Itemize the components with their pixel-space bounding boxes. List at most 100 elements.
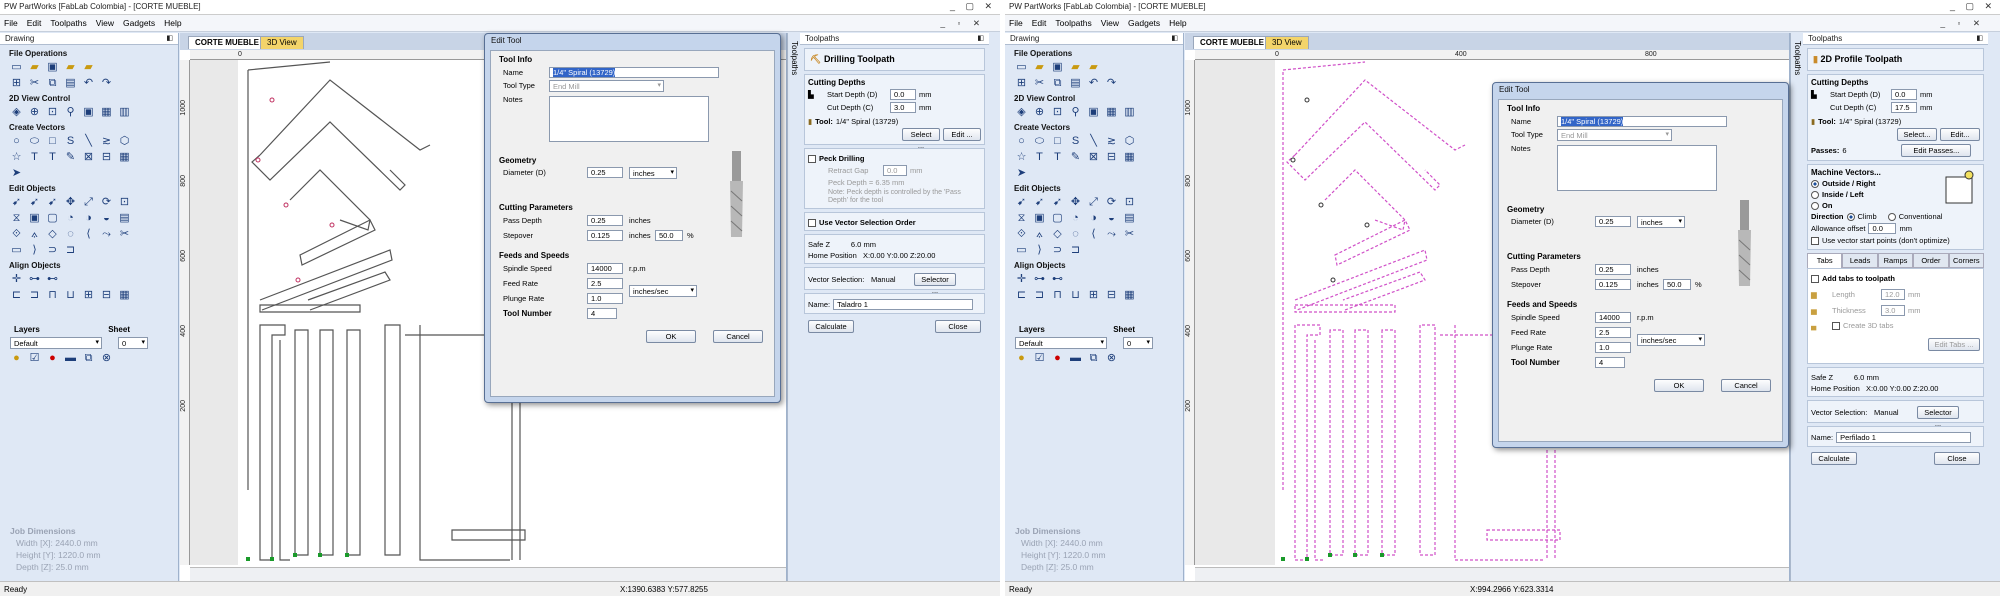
fillet-icon[interactable]: ⊟ (100, 151, 113, 164)
view-grid-icon[interactable]: ▦ (100, 106, 113, 119)
sheet-select[interactable]: 0 (1123, 337, 1153, 349)
job-setup-icon[interactable]: ⊞ (10, 77, 23, 90)
text-on-curve-icon[interactable]: T (46, 151, 59, 164)
pass-depth-input[interactable]: 0.25 (1595, 264, 1631, 275)
units-select[interactable]: inches (629, 167, 677, 179)
menu-file[interactable]: File (1009, 18, 1023, 28)
pin-icon[interactable]: ◧ (166, 34, 173, 42)
align-vcenter-icon[interactable]: ⊷ (1051, 273, 1064, 286)
node-edit-icon[interactable]: ➹ (1033, 196, 1046, 209)
tab-leads[interactable]: Leads (1842, 253, 1878, 268)
select-tool-button[interactable]: Select ... (902, 128, 940, 150)
copy-icon[interactable]: ⧉ (46, 77, 59, 90)
chamfer-icon[interactable]: ⟨ (1087, 228, 1100, 241)
job-setup-icon[interactable]: ⊞ (1015, 77, 1028, 90)
fillet-tool-icon[interactable]: ◌ (1069, 228, 1082, 241)
conventional-radio[interactable] (1887, 212, 1896, 221)
menu-toolpaths[interactable]: Toolpaths (1055, 18, 1091, 28)
select-icon[interactable]: ➹ (10, 196, 23, 209)
menu-help[interactable]: Help (164, 18, 181, 28)
align-bottom-icon[interactable]: ⊔ (64, 289, 77, 302)
join-icon[interactable]: ⟐ (1015, 228, 1028, 241)
sheet-select[interactable]: 0 (118, 337, 148, 349)
toolpaths-vertical-tab[interactable]: Toolpaths (787, 33, 799, 581)
weld-icon[interactable]: ◔ (64, 212, 77, 225)
import-bitmap-icon[interactable]: ▰ (82, 61, 95, 74)
notes-textarea[interactable] (549, 96, 709, 142)
feed-rate-input[interactable]: 2.5 (587, 278, 623, 289)
arc-icon[interactable]: ╲ (82, 135, 95, 148)
edit-tabs-button[interactable]: Edit Tabs ... (1928, 338, 1980, 351)
boundary-icon[interactable]: ▭ (1015, 244, 1028, 257)
redo-icon[interactable]: ↷ (100, 77, 113, 90)
stepover-percent-input[interactable]: 50.0 (655, 230, 683, 241)
ellipse-icon[interactable]: ⬭ (28, 135, 41, 148)
move-icon[interactable]: ✥ (64, 196, 77, 209)
tab-corte-mueble[interactable]: CORTE MUEBLE (1193, 36, 1271, 49)
diameter-input[interactable]: 0.25 (587, 167, 623, 178)
array-icon[interactable]: ▦ (1123, 151, 1136, 164)
edit-tool-button[interactable]: Edit ... (943, 128, 981, 141)
toolpath-name-input[interactable]: Perfilado 1 (1836, 432, 1972, 443)
import-bitmap-icon[interactable]: ▰ (1087, 61, 1100, 74)
move-icon[interactable]: ✥ (1069, 196, 1082, 209)
menu-file[interactable]: File (4, 18, 18, 28)
size-icon[interactable]: ⊡ (118, 196, 131, 209)
climb-radio[interactable] (1846, 212, 1855, 221)
cancel-button[interactable]: Cancel (713, 330, 763, 343)
length-input[interactable]: 12.0 (1881, 289, 1905, 300)
feed-rate-input[interactable]: 2.5 (1595, 327, 1631, 338)
select-icon[interactable]: ➹ (1015, 196, 1028, 209)
view-layer-icon[interactable]: ▥ (1123, 106, 1136, 119)
layer-manager-icon[interactable]: ⧉ (82, 352, 95, 365)
pin-icon[interactable]: ◧ (1976, 34, 1983, 42)
spindle-input[interactable]: 14000 (1595, 312, 1631, 323)
create-3d-checkbox[interactable] (1832, 321, 1840, 330)
tool-type-select[interactable]: End Mill (1557, 129, 1672, 141)
thickness-input[interactable]: 3.0 (1881, 305, 1905, 316)
close-button[interactable]: Close (1934, 452, 1980, 465)
tab-corners[interactable]: Corners (1948, 253, 1985, 268)
ungroup-icon[interactable]: ▢ (46, 212, 59, 225)
cut-icon[interactable]: ✂ (28, 77, 41, 90)
vector-start-checkbox[interactable] (1811, 236, 1819, 245)
align-hcenter-icon[interactable]: ⊶ (28, 273, 41, 286)
bulb-icon[interactable]: ● (1015, 352, 1028, 365)
view-layer-icon[interactable]: ▥ (118, 106, 131, 119)
open-file-icon[interactable]: ▰ (1033, 61, 1046, 74)
selector-button[interactable]: Selector ... (914, 273, 956, 295)
open-file-icon[interactable]: ▰ (28, 61, 41, 74)
view-grid-icon[interactable]: ▦ (1105, 106, 1118, 119)
close-button[interactable]: Close (935, 320, 981, 333)
undo-icon[interactable]: ↶ (82, 77, 95, 90)
nest-icon[interactable]: ▤ (118, 212, 131, 225)
group-icon[interactable]: ▣ (1033, 212, 1046, 225)
align-top-icon[interactable]: ⊓ (1051, 289, 1064, 302)
mirror-icon[interactable]: ⧖ (1015, 212, 1028, 225)
inside-radio[interactable] (1811, 190, 1819, 199)
menu-edit[interactable]: Edit (27, 18, 42, 28)
calculate-button[interactable]: Calculate (808, 320, 854, 333)
align-distribute-icon[interactable]: ⊞ (1087, 289, 1100, 302)
smooth-icon[interactable]: ⤳ (1105, 228, 1118, 241)
transform-icon[interactable]: ➹ (46, 196, 59, 209)
align-left-icon[interactable]: ⊏ (10, 289, 23, 302)
trim-icon[interactable]: ⟑ (1033, 228, 1046, 241)
pin-icon[interactable]: ◧ (977, 34, 984, 42)
rectangle-icon[interactable]: □ (46, 135, 59, 148)
align-grid-icon[interactable]: ▦ (1123, 289, 1136, 302)
menu-help[interactable]: Help (1169, 18, 1186, 28)
fillet-tool-icon[interactable]: ◌ (64, 228, 77, 241)
start-depth-input[interactable]: 0.0 (890, 89, 916, 100)
layer-select[interactable]: Default (10, 337, 102, 349)
rectangle-icon[interactable]: □ (1051, 135, 1064, 148)
arc-icon[interactable]: ╲ (1087, 135, 1100, 148)
units-select[interactable]: inches (1637, 216, 1685, 228)
menu-view[interactable]: View (1101, 18, 1119, 28)
zoom-box-icon[interactable]: ⊡ (46, 106, 59, 119)
align-space-icon[interactable]: ⊟ (1105, 289, 1118, 302)
align-right-icon[interactable]: ⊐ (1033, 289, 1046, 302)
menu-gadgets[interactable]: Gadgets (1128, 18, 1160, 28)
layer-color-icon[interactable]: ● (1051, 352, 1064, 365)
chamfer-icon[interactable]: ⟨ (82, 228, 95, 241)
